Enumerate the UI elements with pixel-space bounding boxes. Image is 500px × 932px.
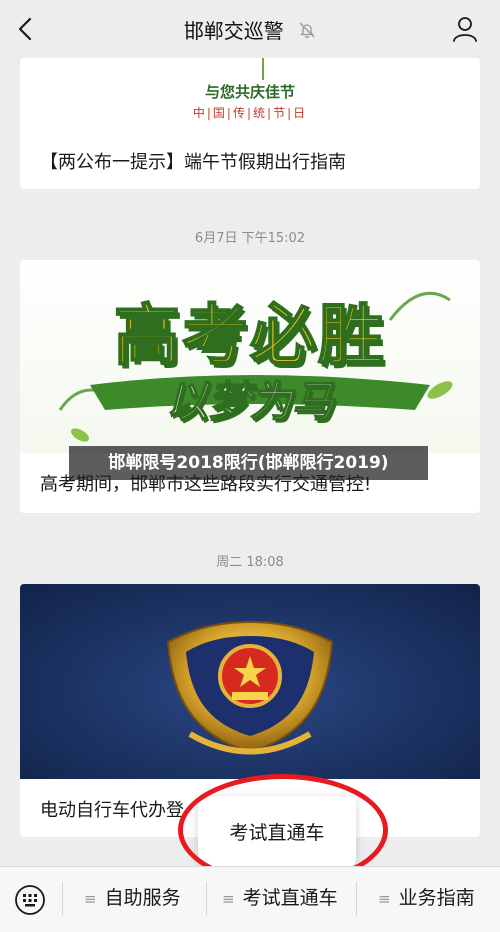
menu-business-guide[interactable]: ≡ 业务指南 <box>378 866 475 931</box>
title-text: 邯郸交巡警 <box>183 19 284 43</box>
menu-exam-express[interactable]: ≡ 考试直通车 <box>222 866 338 931</box>
article-card-dragon-boat[interactable]: 与您共庆佳节 中|国|传|统|节|日 【两公布一提示】端午节假期出行指南 <box>20 58 480 189</box>
menu-label: 考试直通车 <box>242 887 338 909</box>
banner-line2: 中|国|传|统|节|日 <box>192 106 308 120</box>
menu-divider <box>62 882 63 916</box>
menu-label: 自助服务 <box>104 887 181 909</box>
menu-list-icon: ≡ <box>222 890 235 908</box>
gaokao-subline: 以梦为马 <box>165 376 335 427</box>
timestamp: 周二 18:08 <box>216 555 284 570</box>
menu-divider <box>206 882 207 916</box>
watermark-caption: 邯郸限号2018限行(邯郸限行2019) <box>69 446 428 480</box>
keyboard-icon[interactable] <box>14 884 46 916</box>
menu-list-icon: ≡ <box>378 890 391 908</box>
police-emblem-icon <box>166 620 334 755</box>
page-title: 邯郸交巡警 <box>0 15 500 44</box>
article-title: 电动自行车代办登 <box>40 800 184 821</box>
menu-divider <box>356 882 357 916</box>
police-banner <box>20 584 480 779</box>
menu-list-icon: ≡ <box>84 890 97 908</box>
profile-icon[interactable] <box>450 14 480 44</box>
banner-decoration <box>262 58 264 80</box>
banner-line1: 与您共庆佳节 <box>204 83 295 101</box>
muted-bell-icon <box>299 22 315 38</box>
gaokao-banner: 高考必胜 以梦为马 <box>20 260 480 453</box>
timestamp: 6月7日 下午15:02 <box>194 231 306 246</box>
gaokao-headline: 高考必胜 <box>113 296 386 375</box>
article-title: 【两公布一提示】端午节假期出行指南 <box>40 152 346 173</box>
menu-self-service[interactable]: ≡ 自助服务 <box>84 866 181 931</box>
festival-banner: 与您共庆佳节 中|国|传|统|节|日 <box>20 58 480 130</box>
menu-label: 业务指南 <box>398 887 475 909</box>
